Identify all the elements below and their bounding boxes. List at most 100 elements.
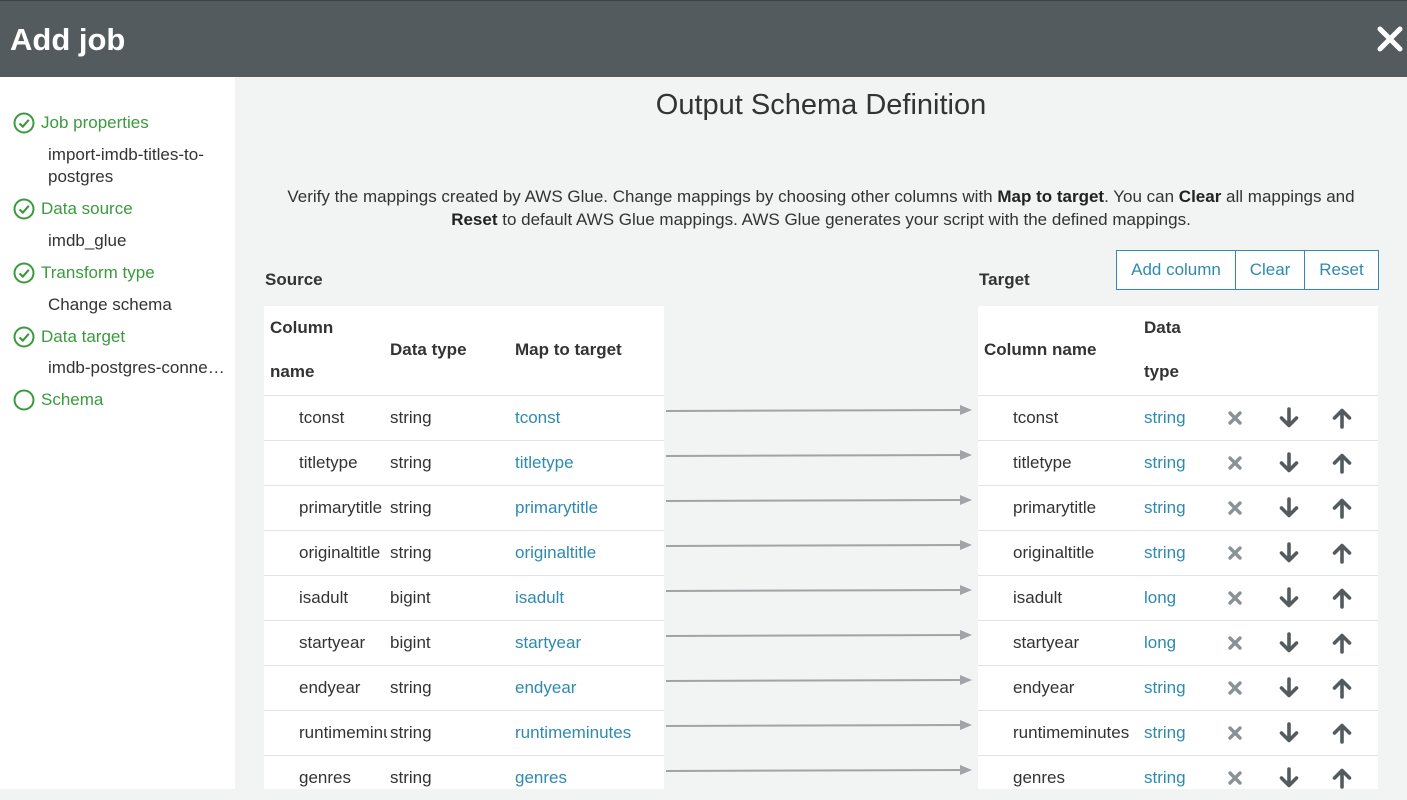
target-data-type-link[interactable]: string <box>1144 531 1214 575</box>
column-header-map-to-target: Map to target <box>515 340 622 359</box>
arrow-down-icon[interactable] <box>1278 587 1300 609</box>
source-data-type: bigint <box>390 633 431 652</box>
wizard-sidebar: Job properties import-imdb-titles-to-pos… <box>0 77 235 789</box>
target-data-type-link[interactable]: string <box>1144 711 1214 755</box>
target-label: Target <box>979 270 1030 289</box>
step-transform-type[interactable]: Transform type <box>13 261 155 285</box>
source-column-name: endyear <box>299 678 361 697</box>
arrow-up-icon[interactable] <box>1331 452 1353 474</box>
source-column-name: titletype <box>299 453 358 472</box>
map-to-target-link[interactable]: genres <box>515 756 660 800</box>
arrow-down-icon[interactable] <box>1278 632 1300 654</box>
arrow-up-icon[interactable] <box>1331 632 1353 654</box>
x-icon[interactable] <box>1224 677 1246 699</box>
reset-button[interactable]: Reset <box>1305 250 1379 290</box>
x-icon[interactable] <box>1224 407 1246 429</box>
source-column-name: originaltitle <box>299 543 381 562</box>
target-column-name: tconst <box>1013 408 1059 427</box>
target-column-name: runtimeminutes <box>1013 723 1130 742</box>
source-data-type: string <box>390 453 432 472</box>
step-data-target[interactable]: Data target <box>13 325 125 349</box>
arrow-down-icon[interactable] <box>1278 407 1300 429</box>
mapping-arrow-line <box>665 544 963 547</box>
check-circle-icon <box>13 198 35 220</box>
source-row: runtimeminutesstringruntimeminutes <box>264 710 664 755</box>
arrow-down-icon[interactable] <box>1278 497 1300 519</box>
x-icon[interactable] <box>1224 767 1246 789</box>
clear-button[interactable]: Clear <box>1236 250 1305 290</box>
target-data-type-link[interactable]: string <box>1144 756 1214 800</box>
step-data-source[interactable]: Data source <box>13 197 133 221</box>
target-data-type-link[interactable]: string <box>1144 486 1214 530</box>
step-value: imdb-postgres-connection <box>48 358 226 377</box>
mapping-arrow-line <box>665 499 963 502</box>
arrow-up-icon[interactable] <box>1331 497 1353 519</box>
check-circle-icon <box>13 326 35 348</box>
modal-title: Add job <box>10 22 126 57</box>
arrow-up-icon[interactable] <box>1331 767 1353 789</box>
arrow-down-icon[interactable] <box>1278 767 1300 789</box>
column-header-data-type-cont: type <box>1144 362 1179 381</box>
x-icon[interactable] <box>1224 632 1246 654</box>
column-header-data-type: Data type <box>390 340 467 359</box>
arrow-down-icon[interactable] <box>1278 452 1300 474</box>
target-column-name: genres <box>1013 768 1065 787</box>
close-icon[interactable] <box>1376 25 1404 53</box>
source-label: Source <box>265 270 323 289</box>
map-to-target-link[interactable]: startyear <box>515 621 660 665</box>
arrow-down-icon[interactable] <box>1278 542 1300 564</box>
step-label: Schema <box>41 390 104 409</box>
mapping-arrow-head <box>960 585 972 595</box>
arrow-down-icon[interactable] <box>1278 677 1300 699</box>
step-value: imdb_glue <box>48 231 127 250</box>
source-row: primarytitle string primarytitle <box>264 485 664 530</box>
map-to-target-link[interactable]: isadult <box>515 576 660 620</box>
x-icon[interactable] <box>1224 497 1246 519</box>
source-row: titletype string titletype <box>264 440 664 485</box>
source-data-type: bigint <box>390 588 431 607</box>
x-icon[interactable] <box>1224 542 1246 564</box>
target-data-type-link[interactable]: string <box>1144 441 1214 485</box>
map-to-target-link[interactable]: endyear <box>515 666 660 710</box>
step-label: Transform type <box>41 263 155 282</box>
target-column-name: startyear <box>1013 633 1080 652</box>
arrow-up-icon[interactable] <box>1331 677 1353 699</box>
mapping-arrow-head <box>960 405 972 415</box>
source-column-name: tconst <box>299 408 345 427</box>
x-icon[interactable] <box>1224 587 1246 609</box>
map-to-target-link[interactable]: runtimeminutes <box>515 711 660 755</box>
mapping-arrow-line <box>665 679 963 682</box>
arrow-up-icon[interactable] <box>1331 722 1353 744</box>
source-data-type: string <box>390 723 432 742</box>
step-job-properties[interactable]: Job properties <box>13 111 149 135</box>
target-data-type-link[interactable]: string <box>1144 396 1214 440</box>
target-row: genres string <box>978 755 1378 800</box>
source-column-name: startyear <box>299 633 366 652</box>
map-to-target-link[interactable]: originaltitle <box>515 531 660 575</box>
map-to-target-link[interactable]: titletype <box>515 441 660 485</box>
map-to-target-link[interactable]: primarytitle <box>515 486 660 530</box>
target-column-name: primarytitle <box>1013 498 1097 517</box>
source-table: Column name Data type Map to target tcon… <box>264 306 664 789</box>
arrow-down-icon[interactable] <box>1278 722 1300 744</box>
map-to-target-link[interactable]: tconst <box>515 396 660 440</box>
arrow-up-icon[interactable] <box>1331 542 1353 564</box>
add-column-button[interactable]: Add column <box>1116 250 1236 290</box>
target-data-type-link[interactable]: long <box>1144 576 1214 620</box>
arrow-up-icon[interactable] <box>1331 587 1353 609</box>
target-row: endyear string <box>978 665 1378 710</box>
x-icon[interactable] <box>1224 722 1246 744</box>
step-value: Change schema <box>48 295 172 314</box>
target-data-type-link[interactable]: string <box>1144 666 1214 710</box>
x-icon[interactable] <box>1224 452 1246 474</box>
arrow-up-icon[interactable] <box>1331 407 1353 429</box>
column-header-column-name-cont: name <box>270 362 315 381</box>
source-row: isadult bigint isadult <box>264 575 664 620</box>
target-data-type-link[interactable]: long <box>1144 621 1214 665</box>
source-column-name: isadult <box>299 588 349 607</box>
step-schema[interactable]: Schema <box>13 388 103 412</box>
mapping-arrow-head <box>960 765 972 775</box>
page-title: Output Schema Definition <box>655 89 987 121</box>
source-data-type: string <box>390 498 432 517</box>
target-column-name: isadult <box>1013 588 1063 607</box>
